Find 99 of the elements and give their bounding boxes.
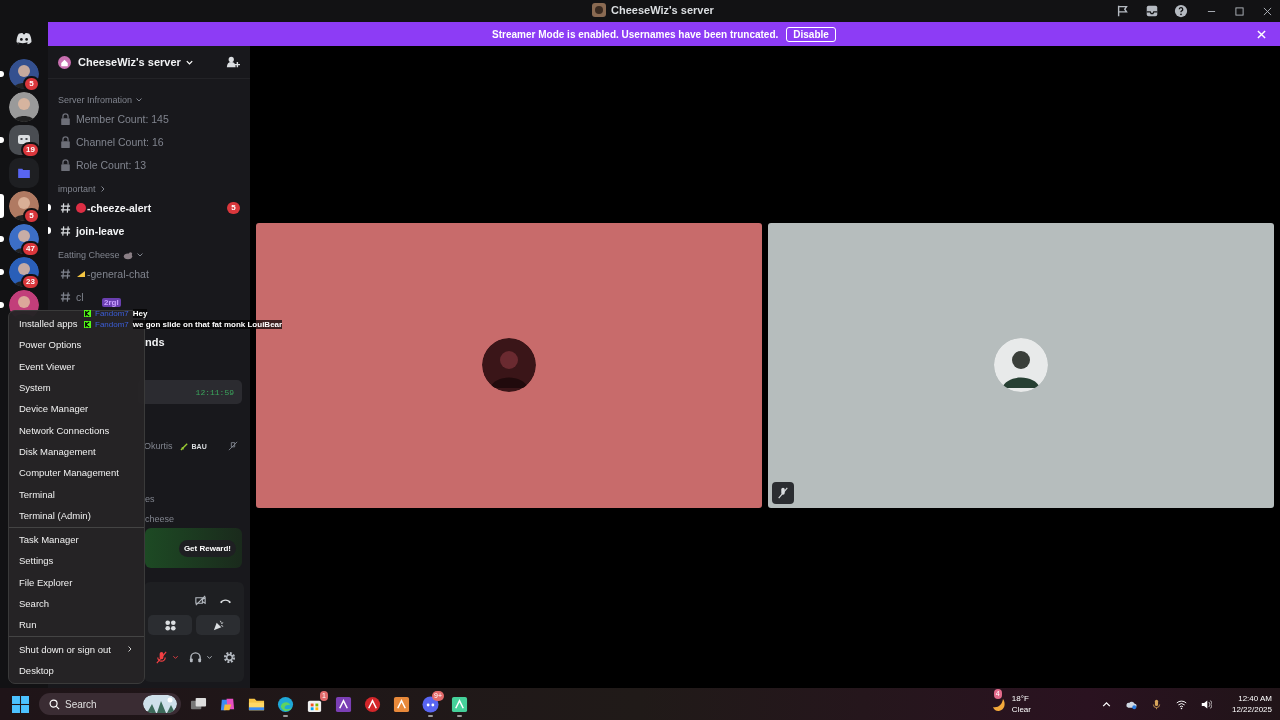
- channel-name[interactable]: es: [145, 494, 155, 504]
- menu-item[interactable]: Settings: [9, 550, 64, 572]
- member-name[interactable]: Okurtis: [144, 441, 173, 451]
- menu-item[interactable]: Search: [9, 592, 60, 615]
- lock-icon: [60, 158, 71, 171]
- menu-item[interactable]: Run: [9, 614, 47, 636]
- deafened-icon: [228, 441, 238, 451]
- video-tile[interactable]: [768, 222, 1274, 508]
- menu-item[interactable]: Device Manager: [9, 398, 99, 420]
- app-icon: [451, 695, 468, 713]
- sword-icon: [179, 441, 189, 451]
- lock-icon: [60, 112, 71, 125]
- hashtag-icon: [60, 201, 71, 214]
- mention-badge: 47: [21, 241, 40, 257]
- menu-item[interactable]: Desktop: [9, 659, 64, 682]
- app-icon: [335, 695, 352, 713]
- inbox-icon[interactable]: [1145, 4, 1159, 18]
- chat-author: Fandom7: [95, 309, 129, 318]
- user-tag: 2rgl: [102, 298, 121, 307]
- app-icon: [393, 695, 410, 713]
- hashtag-icon: [60, 290, 71, 303]
- robot-icon: [17, 133, 31, 147]
- menu-item[interactable]: Power Options: [9, 334, 92, 356]
- category-label[interactable]: important: [58, 184, 96, 194]
- soundboard-button[interactable]: [196, 615, 240, 635]
- section-label: nds: [145, 336, 165, 348]
- menu-item[interactable]: Computer Management: [9, 462, 129, 484]
- folder-icon: [18, 168, 30, 178]
- channel-item[interactable]: join-leave: [48, 219, 135, 242]
- home-icon: [58, 55, 71, 69]
- mention-badge: 5: [23, 208, 40, 224]
- wave-icon: [277, 695, 294, 713]
- channel-item[interactable]: cl: [48, 285, 94, 308]
- muted-mic-icon[interactable]: [155, 651, 168, 664]
- party-popper-icon: [211, 618, 225, 632]
- time: 12:40 AM: [1238, 693, 1272, 704]
- window-title: CheeseWiz's server: [611, 4, 714, 16]
- microphone-icon[interactable]: [1150, 698, 1162, 710]
- menu-item[interactable]: Disk Management: [9, 440, 106, 463]
- k-icon: [84, 310, 91, 317]
- close-icon[interactable]: [1263, 6, 1272, 16]
- add-member-icon[interactable]: [226, 55, 240, 69]
- start-icon[interactable]: [12, 695, 29, 713]
- get-reward-button[interactable]: Get Reward!: [178, 539, 236, 557]
- cheese-icon: [76, 268, 86, 279]
- menu-item[interactable]: Installed apps: [9, 313, 88, 335]
- menu-item[interactable]: File Explorer: [9, 571, 83, 593]
- muted-mic-icon: [777, 486, 789, 499]
- server-icon: [592, 3, 606, 17]
- server-folder[interactable]: [9, 158, 39, 188]
- category-label[interactable]: Server Infromation: [58, 95, 133, 105]
- mention-badge: 19: [21, 142, 40, 158]
- channel-item[interactable]: -cheeze-alert: [48, 196, 162, 219]
- chat-message: we gon slide on that fat monk LouiBear: [132, 320, 283, 329]
- apps-icon: [163, 618, 177, 632]
- speaker-icon[interactable]: [1200, 698, 1212, 710]
- channel-item[interactable]: -general-chat: [48, 262, 159, 285]
- menu-item[interactable]: Terminal: [9, 483, 65, 505]
- chevron-right-icon: [126, 645, 134, 654]
- date: 12/22/2025: [1231, 704, 1272, 715]
- hashtag-icon: [60, 224, 71, 237]
- menu-item[interactable]: Terminal (Admin): [9, 504, 101, 526]
- wifi-icon[interactable]: [1175, 698, 1187, 710]
- chat-author: Fandom7: [95, 320, 129, 329]
- channel-item[interactable]: Channel Count: 16: [48, 130, 174, 153]
- channel-item[interactable]: Member Count: 145: [48, 107, 179, 130]
- flag-icon[interactable]: [1116, 4, 1130, 18]
- hashtag-icon: [60, 267, 71, 280]
- activities-button[interactable]: [148, 615, 192, 635]
- weather-condition: Clear: [1011, 704, 1031, 715]
- dot-icon: [76, 202, 86, 213]
- help-icon[interactable]: [1174, 4, 1188, 18]
- channel-item[interactable]: Role Count: 13: [48, 153, 157, 176]
- menu-item[interactable]: System: [9, 376, 61, 399]
- mention-badge: 23: [21, 274, 40, 290]
- mention-badge: 5: [227, 202, 240, 214]
- category-label[interactable]: Eatting Cheese: [58, 250, 120, 260]
- menu-item[interactable]: Shut down or sign out: [9, 638, 144, 660]
- headphones-icon[interactable]: [189, 651, 202, 664]
- clock[interactable]: 12:40 AM 12/22/2025: [1231, 693, 1272, 715]
- menu-item[interactable]: Event Viewer: [9, 355, 85, 377]
- search-icon: [49, 698, 60, 710]
- chevron-down-icon[interactable]: [206, 654, 213, 661]
- menu-item[interactable]: Network Connections: [9, 419, 120, 441]
- chevron-right-icon[interactable]: [98, 185, 107, 193]
- timestamp: 12:11:59: [195, 387, 234, 397]
- channel-name[interactable]: cheese: [145, 514, 175, 524]
- settings-icon[interactable]: [223, 651, 236, 664]
- controller-icon: [15, 32, 33, 46]
- banner-message: Streamer Mode is enabled. Usernames have been truncated.: [492, 28, 779, 40]
- mention-badge: 5: [23, 76, 40, 92]
- lock-icon: [60, 135, 71, 148]
- disable-button[interactable]: Disable: [786, 26, 836, 42]
- maximize-icon[interactable]: [1235, 6, 1244, 16]
- menu-item[interactable]: Task Manager: [9, 528, 89, 551]
- video-off-icon[interactable]: [194, 594, 207, 607]
- temperature: 18°F: [1011, 693, 1030, 704]
- server-name[interactable]: CheeseWiz's server: [78, 56, 181, 68]
- app-icon: [364, 695, 381, 713]
